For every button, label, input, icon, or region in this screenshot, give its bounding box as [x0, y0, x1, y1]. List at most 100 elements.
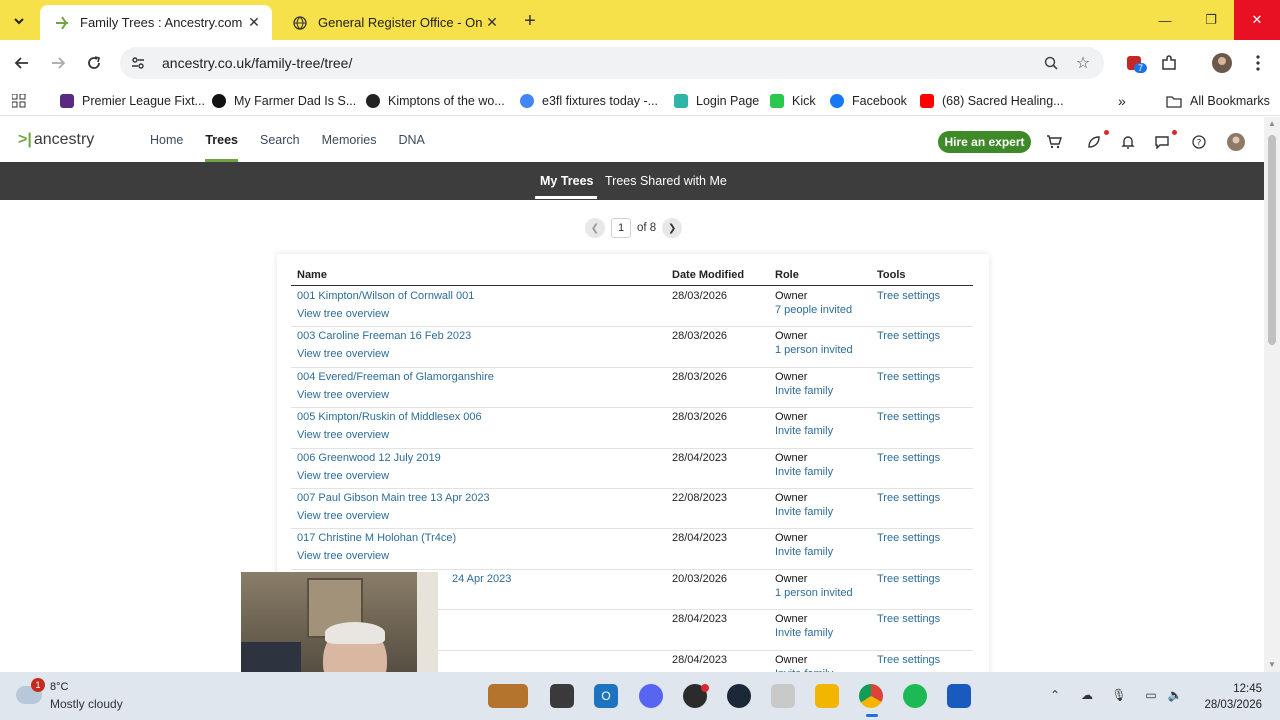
outlook-icon[interactable]: O: [594, 684, 618, 708]
view-tree-overview-link[interactable]: View tree overview: [297, 510, 389, 522]
messages-icon[interactable]: [1153, 133, 1171, 151]
tree-name-link[interactable]: 24 Apr 2023: [452, 573, 511, 585]
steam-icon[interactable]: [727, 684, 751, 708]
apps-grid-icon[interactable]: [12, 91, 26, 111]
invite-link[interactable]: 1 person invited: [775, 344, 853, 356]
system-clock[interactable]: 12:45 28/03/2026: [1190, 681, 1262, 713]
page-number-input[interactable]: 1: [611, 218, 631, 238]
tree-settings-link[interactable]: Tree settings: [877, 290, 940, 302]
tab-trees-shared-with-me[interactable]: Trees Shared with Me: [605, 174, 727, 188]
view-tree-overview-link[interactable]: View tree overview: [297, 550, 389, 562]
restore-button[interactable]: ❐: [1188, 0, 1234, 40]
tree-settings-link[interactable]: Tree settings: [877, 492, 940, 504]
onedrive-cloud-icon[interactable]: ☁: [1078, 686, 1096, 704]
network-icon[interactable]: ▭: [1142, 686, 1160, 704]
view-tree-overview-link[interactable]: View tree overview: [297, 470, 389, 482]
all-bookmarks[interactable]: All Bookmarks: [1166, 91, 1270, 111]
next-page-chevron-icon[interactable]: ❯: [662, 218, 683, 238]
tab-my-trees[interactable]: My Trees: [540, 174, 594, 188]
minimize-button[interactable]: —: [1142, 0, 1188, 40]
bookmark-my-farmer-dad[interactable]: My Farmer Dad Is S...: [212, 91, 356, 111]
previous-page-chevron-icon[interactable]: ❮: [585, 218, 605, 238]
nav-memories[interactable]: Memories: [322, 117, 377, 162]
invite-link[interactable]: Invite family: [775, 627, 833, 639]
new-tab-button[interactable]: +: [518, 10, 542, 32]
view-tree-overview-link[interactable]: View tree overview: [297, 389, 389, 401]
chrome-menu-icon[interactable]: [1246, 51, 1270, 75]
bookmark-kimptons[interactable]: Kimptons of the wo...: [366, 91, 505, 111]
word-icon[interactable]: [947, 684, 971, 708]
invite-link[interactable]: 7 people invited: [775, 304, 852, 316]
bookmark-login-page[interactable]: Login Page: [674, 91, 759, 111]
extension-shield-icon[interactable]: 7: [1122, 51, 1148, 75]
microphone-icon[interactable]: 🎙: [1110, 686, 1128, 704]
invite-link[interactable]: Invite family: [775, 466, 833, 478]
discord-icon[interactable]: [639, 684, 663, 708]
nav-search[interactable]: Search: [260, 117, 300, 162]
close-tab-icon[interactable]: ✕: [244, 13, 264, 33]
more-bookmarks-chevron-icon[interactable]: »: [1118, 91, 1126, 111]
tree-name-link[interactable]: 006 Greenwood 12 July 2019: [297, 452, 441, 464]
nav-trees[interactable]: Trees: [205, 117, 238, 162]
tree-name-link[interactable]: 004 Evered/Freeman of Glamorganshire: [297, 371, 494, 383]
tree-settings-link[interactable]: Tree settings: [877, 654, 940, 666]
tree-name-link[interactable]: 007 Paul Gibson Main tree 13 Apr 2023: [297, 492, 490, 504]
page-scrollbar[interactable]: ▲ ▼: [1264, 117, 1280, 672]
cart-icon[interactable]: [1045, 133, 1063, 151]
scroll-down-icon[interactable]: ▼: [1267, 660, 1277, 669]
tree-settings-link[interactable]: Tree settings: [877, 613, 940, 625]
url-text[interactable]: ancestry.co.uk/family-tree/tree/: [162, 55, 1040, 71]
tree-name-link[interactable]: 005 Kimpton/Ruskin of Middlesex 006: [297, 411, 482, 423]
tree-settings-link[interactable]: Tree settings: [877, 330, 940, 342]
zoom-icon[interactable]: [1040, 56, 1062, 70]
invite-link[interactable]: 1 person invited: [775, 587, 853, 599]
profile-avatar[interactable]: [1210, 51, 1234, 75]
bookmark-star-icon[interactable]: ☆: [1072, 53, 1094, 73]
close-tab-icon[interactable]: ✕: [482, 13, 502, 33]
bell-icon[interactable]: [1119, 133, 1137, 151]
bookmark-facebook[interactable]: Facebook: [830, 91, 907, 111]
bookmark-kick[interactable]: Kick: [770, 91, 816, 111]
tab-search-chevron-icon[interactable]: [8, 10, 30, 32]
address-bar[interactable]: ancestry.co.uk/family-tree/tree/ ☆: [120, 47, 1104, 79]
scrollbar-thumb[interactable]: [1268, 135, 1276, 345]
view-tree-overview-link[interactable]: View tree overview: [297, 308, 389, 320]
hints-leaf-icon[interactable]: [1085, 133, 1103, 151]
show-hidden-icons-chevron-icon[interactable]: ⌃: [1046, 686, 1064, 704]
tab-general-register-office[interactable]: General Register Office - Online ✕: [278, 5, 510, 40]
nav-home[interactable]: Home: [150, 117, 183, 162]
tree-settings-link[interactable]: Tree settings: [877, 452, 940, 464]
bookmark-premier-league[interactable]: Premier League Fixt...: [60, 91, 205, 111]
tree-name-link[interactable]: 001 Kimpton/Wilson of Cornwall 001: [297, 290, 474, 302]
buffalo-app-icon[interactable]: [488, 684, 528, 708]
tree-settings-link[interactable]: Tree settings: [877, 371, 940, 383]
tree-settings-link[interactable]: Tree settings: [877, 411, 940, 423]
invite-link[interactable]: Invite family: [775, 425, 833, 437]
back-arrow-icon[interactable]: [10, 51, 34, 75]
site-info-icon[interactable]: [130, 55, 150, 71]
invite-link[interactable]: Invite family: [775, 385, 833, 397]
forward-arrow-icon[interactable]: [46, 51, 70, 75]
hire-an-expert-button[interactable]: Hire an expert: [938, 131, 1031, 153]
app-icon[interactable]: [771, 684, 795, 708]
view-tree-overview-link[interactable]: View tree overview: [297, 348, 389, 360]
file-app-icon[interactable]: [550, 684, 574, 708]
help-icon[interactable]: ?: [1190, 133, 1208, 151]
bookmark-sacred-healing[interactable]: (68) Sacred Healing...: [920, 91, 1064, 111]
bookmark-e3fl-fixtures[interactable]: e3fl fixtures today -...: [520, 91, 658, 111]
view-tree-overview-link[interactable]: View tree overview: [297, 429, 389, 441]
tree-name-link[interactable]: 003 Caroline Freeman 16 Feb 2023: [297, 330, 471, 342]
weather-widget[interactable]: 1 8°C Mostly cloudy: [16, 678, 156, 714]
tree-settings-link[interactable]: Tree settings: [877, 532, 940, 544]
chrome-icon[interactable]: [859, 684, 883, 708]
tree-settings-link[interactable]: Tree settings: [877, 573, 940, 585]
volume-icon[interactable]: 🔈: [1166, 686, 1184, 704]
extensions-puzzle-icon[interactable]: [1157, 51, 1181, 75]
tab-family-trees[interactable]: Family Trees : Ancestry.com ✕: [40, 5, 272, 40]
nav-dna[interactable]: DNA: [399, 117, 425, 162]
reload-icon[interactable]: [82, 51, 106, 75]
invite-link[interactable]: Invite family: [775, 546, 833, 558]
ancestry-logo[interactable]: >| ancestry: [18, 131, 94, 149]
close-window-button[interactable]: ✕: [1234, 0, 1280, 40]
invite-link[interactable]: Invite family: [775, 506, 833, 518]
